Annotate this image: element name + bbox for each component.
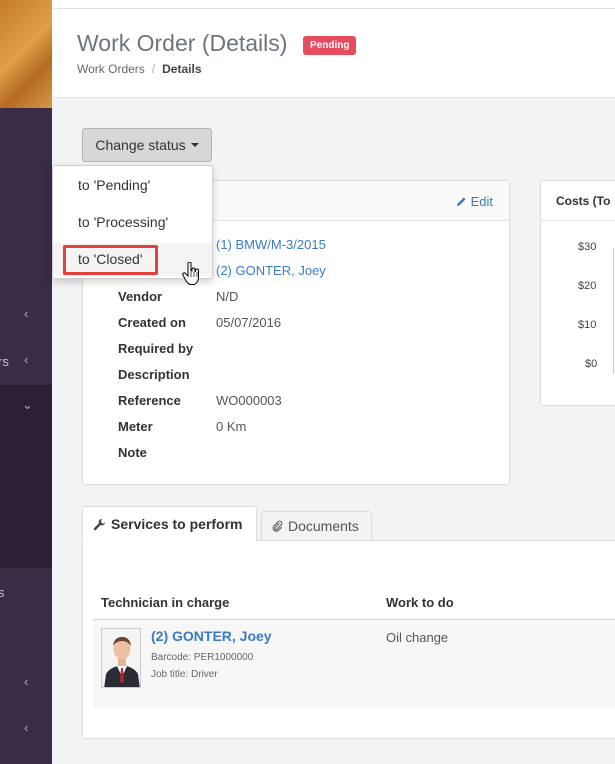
breadcrumb-work-orders[interactable]: Work Orders (77, 62, 145, 76)
chevron-down-icon[interactable]: ⌄ (22, 397, 33, 413)
technician-job-title: Job title: Driver (151, 669, 218, 680)
detail-label: Created on (118, 315, 186, 330)
technician-barcode: Barcode: PER1000000 (151, 652, 254, 663)
detail-label: Description (118, 367, 190, 382)
asset-link[interactable]: (1) BMW/M-3/2015 (216, 237, 326, 252)
table-header-technician[interactable]: Technician in charge (101, 595, 229, 610)
sidebar: ‹ rs ‹ ⌄ s ‹ ‹ (0, 0, 52, 764)
avatar (101, 628, 141, 688)
breadcrumb: Work Orders / Details (77, 62, 202, 76)
brand-logo[interactable] (0, 0, 52, 108)
costs-tick-label: $20 (578, 280, 597, 292)
breadcrumb-separator: / (151, 62, 156, 76)
page-header: Work Order (Details) Pending Work Orders… (52, 9, 615, 98)
tab-services-to-perform[interactable]: Services to perform (82, 506, 257, 542)
hand-cursor-icon (182, 262, 199, 285)
page-title: Work Order (Details) (77, 30, 288, 56)
highlight-box (63, 245, 158, 275)
edit-link[interactable]: Edit (456, 194, 493, 209)
tab-label: Documents (288, 518, 359, 534)
detail-value: 05/07/2016 (216, 315, 282, 330)
change-status-label: Change status (95, 137, 186, 153)
detail-value: N/D (216, 289, 239, 304)
caret-down-icon (190, 143, 199, 147)
chevron-left-icon[interactable]: ‹ (24, 352, 28, 367)
sidebar-item-label: rs (0, 354, 9, 369)
detail-value: WO000003 (216, 393, 282, 408)
sidebar-item-label: s (0, 585, 5, 600)
work-to-do: Oil change (386, 630, 449, 645)
status-badge: Pending (303, 36, 357, 55)
paperclip-icon (272, 520, 283, 532)
technician-link[interactable]: (2) GONTER, Joey (151, 628, 272, 644)
top-navbar (52, 0, 615, 9)
pencil-icon (456, 197, 466, 207)
detail-label: Meter (118, 419, 153, 434)
tab-documents[interactable]: Documents (261, 511, 372, 541)
detail-label: Reference (118, 393, 181, 408)
menu-item-pending[interactable]: to 'Pending' (53, 169, 212, 202)
wrench-icon (93, 518, 106, 530)
costs-axis (613, 249, 614, 374)
driver-link[interactable]: (2) GONTER, Joey (216, 263, 326, 278)
chevron-left-icon[interactable]: ‹ (24, 720, 28, 735)
chevron-left-icon[interactable]: ‹ (24, 674, 28, 689)
costs-panel: Costs (To $30 $20 $10 $0 (540, 180, 615, 406)
costs-tick-label: $30 (578, 241, 597, 253)
table-row: (2) GONTER, Joey Barcode: PER1000000 Job… (93, 620, 615, 707)
costs-title: Costs (To (556, 194, 611, 208)
detail-label: Vendor (118, 289, 163, 304)
detail-label: Note (118, 445, 147, 460)
costs-tick-label: $10 (578, 319, 597, 331)
detail-label: Required by (118, 341, 194, 356)
edit-label: Edit (470, 194, 493, 209)
detail-value: 0 Km (216, 419, 247, 434)
tab-label: Services to perform (111, 516, 243, 532)
breadcrumb-current: Details (162, 62, 202, 76)
change-status-button[interactable]: Change status (82, 128, 212, 162)
costs-tick-label: $0 (585, 358, 598, 370)
table-header-work[interactable]: Work to do (386, 595, 454, 610)
chevron-left-icon[interactable]: ‹ (24, 306, 28, 321)
menu-item-processing[interactable]: to 'Processing' (53, 206, 212, 239)
